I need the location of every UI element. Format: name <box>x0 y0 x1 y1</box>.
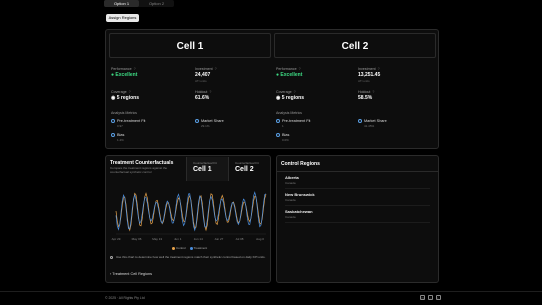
bias-icon <box>276 133 280 137</box>
info-icon[interactable]: ? <box>134 67 136 71</box>
performance-metric: Performance? ● Excellent <box>276 67 303 78</box>
analysis-metrics-title: Analysis Metrics <box>276 111 302 115</box>
info-icon[interactable]: ? <box>209 90 211 94</box>
treatment-cell-regions-toggle[interactable]: › Treatment Cell Regions <box>110 272 152 276</box>
treatment-series-line <box>115 191 267 232</box>
coverage-value: 5 regions <box>281 95 304 101</box>
info-icon[interactable]: ? <box>129 90 131 94</box>
chart-legend: Control Treatment <box>169 246 207 250</box>
investment-value: 24,407 <box>195 72 211 78</box>
treatment-counterfactuals-panel: Treatment Counterfactuals Compare the tr… <box>105 155 271 283</box>
market-share-metric: Market Share 29.1% <box>195 119 224 128</box>
bias-metric: Bias 0.0% <box>276 133 289 142</box>
performance-metric: Performance? ● Excellent <box>111 67 138 78</box>
footer-copyright: © 2025 · All Rights Pty Ltd <box>105 296 145 300</box>
tab-option-2[interactable]: Option 2 <box>139 0 174 7</box>
holdout-value: 58.5% <box>358 95 373 101</box>
investment-metric: Investment? 24,407 ATI units <box>195 67 265 83</box>
monitor-icon[interactable]: ▭ <box>420 295 425 300</box>
moon-icon[interactable]: ☾ <box>436 295 441 300</box>
performance-value: Excellent <box>115 72 138 78</box>
coverage-value: 5 regions <box>116 95 139 101</box>
info-icon[interactable]: ? <box>378 67 380 71</box>
holdout-metric: Holdout? 58.5% <box>358 90 428 101</box>
x-tick-label: Jun 14 <box>194 237 203 241</box>
investment-metric: Investment? 13,251.45 ATI units <box>358 67 428 83</box>
cell-2-title: Cell 2 <box>274 33 436 58</box>
footer-icons: ▭ ☼ ☾ <box>420 295 441 300</box>
control-regions-title: Control Regions <box>277 156 438 172</box>
tab-cell-2[interactable]: Counterfactual Fit Cell 2 <box>228 157 270 181</box>
bias-icon <box>111 133 115 137</box>
coverage-metric: Coverage? ◉ 5 regions <box>276 90 304 101</box>
chart-note: Use this chart to determine how well the… <box>110 255 266 260</box>
region-item: New Brunswick Canada <box>285 192 430 206</box>
region-item: Saskatchewan Canada <box>285 209 430 223</box>
control-legend-swatch <box>172 246 175 250</box>
analysis-metrics-title: Analysis Metrics <box>111 111 137 115</box>
info-icon[interactable]: ? <box>294 90 296 94</box>
counterfactual-line-chart: Apr 29 May 06 May 13 Jun 1 Jun 14 Jun 27 Jul 0… <box>112 191 267 241</box>
sun-icon[interactable]: ☼ <box>428 295 433 300</box>
target-icon <box>111 119 115 123</box>
x-tick-label: May 13 <box>152 237 162 241</box>
investment-unit: ATI units <box>195 79 207 83</box>
x-tick-label: May 06 <box>132 237 142 241</box>
pie-icon <box>195 119 199 123</box>
region-item: Alberta Canada <box>285 175 430 189</box>
option-tabs: Option 1 Option 2 <box>104 0 174 7</box>
treatment-legend-swatch <box>189 246 193 250</box>
cell-2-column: Cell 2 Performance? ● Excellent Investme… <box>274 33 436 147</box>
cell-1-column: Cell 1 Performance? ● Excellent Investme… <box>109 33 271 147</box>
tab-cell-1[interactable]: Counterfactual Fit Cell 1 <box>186 157 228 181</box>
tab-option-1[interactable]: Option 1 <box>104 0 139 7</box>
performance-label: Performance <box>111 67 132 71</box>
info-icon[interactable]: ? <box>299 67 301 71</box>
investment-label: Investment <box>358 67 376 71</box>
coverage-metric: Coverage? ◉ 5 regions <box>111 90 139 101</box>
coverage-label: Coverage <box>276 90 292 94</box>
market-share-metric: Market Share 41.45% <box>358 119 387 128</box>
investment-label: Investment <box>195 67 213 71</box>
bias-metric: Bias 1.4% <box>111 133 124 142</box>
coverage-label: Coverage <box>111 90 127 94</box>
performance-value: Excellent <box>280 72 303 78</box>
holdout-value: 61.6% <box>195 95 210 101</box>
assign-regions-button[interactable]: Assign Regions <box>106 14 139 22</box>
holdout-label: Holdout <box>358 90 371 94</box>
x-tick-label: Aug 0 <box>256 237 264 241</box>
pre-treatment-fit-metric: Pre-treatment Fit 0.97 <box>111 119 145 128</box>
target-icon <box>276 119 280 123</box>
x-tick-label: Jul 08 <box>235 237 243 241</box>
holdout-metric: Holdout? 61.6% <box>195 90 265 101</box>
cells-summary-panel: Cell 1 Performance? ● Excellent Investme… <box>105 29 439 149</box>
cell-1-title: Cell 1 <box>109 33 271 58</box>
info-icon <box>110 256 113 259</box>
info-icon[interactable]: ? <box>372 90 374 94</box>
info-icon[interactable]: ? <box>215 67 217 71</box>
investment-unit: ATI units <box>358 79 370 83</box>
performance-label: Performance <box>276 67 297 71</box>
chart-panel-description: Compare the treatment regions against th… <box>110 166 168 174</box>
x-tick-label: Jun 1 <box>174 237 182 241</box>
investment-value: 13,251.45 <box>358 72 381 78</box>
pre-treatment-fit-metric: Pre-treatment Fit 1 <box>276 119 310 128</box>
footer-divider <box>0 291 542 292</box>
x-tick-label: Apr 29 <box>112 237 121 241</box>
holdout-label: Holdout <box>195 90 208 94</box>
control-regions-panel: Control Regions Alberta Canada New Bruns… <box>276 155 439 283</box>
pie-icon <box>358 119 362 123</box>
x-tick-label: Jun 27 <box>214 237 223 241</box>
